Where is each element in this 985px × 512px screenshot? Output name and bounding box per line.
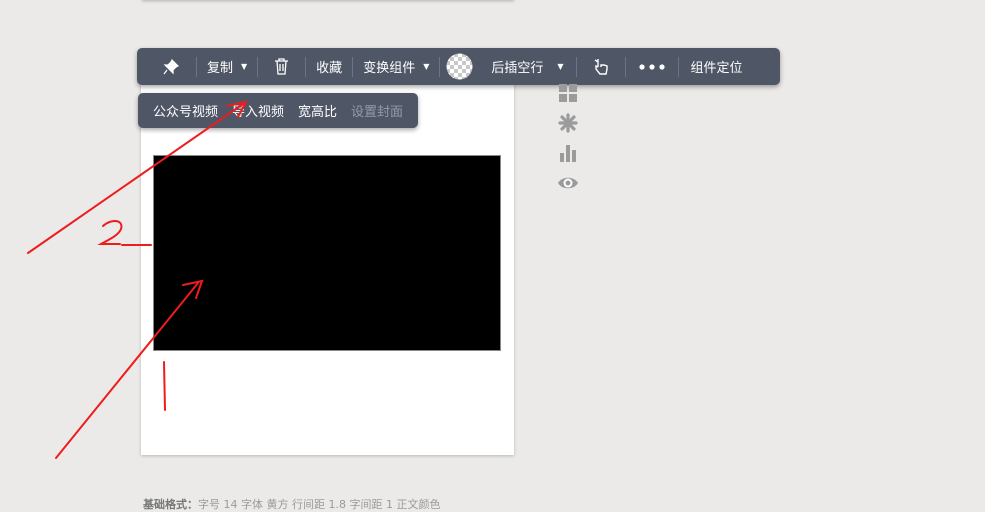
official-account-video-button[interactable]: 公众号视频 bbox=[146, 101, 225, 120]
import-video-button[interactable]: 导入视频 bbox=[225, 101, 291, 120]
aspect-ratio-button[interactable]: 宽高比 bbox=[291, 101, 344, 120]
locate-label: 组件定位 bbox=[690, 61, 743, 76]
copy-label: 复制 bbox=[207, 61, 234, 76]
copy-button[interactable]: 复制 ▼ bbox=[197, 48, 257, 85]
pin-icon bbox=[163, 58, 179, 74]
video-sub-toolbar: 公众号视频 导入视频 宽高比 设置封面 bbox=[138, 93, 418, 128]
favorite-button[interactable]: 收藏 bbox=[306, 48, 352, 85]
asterisk-icon[interactable] bbox=[557, 112, 579, 134]
insert-row-label: 后插空行 bbox=[491, 61, 544, 76]
component-toolbar: 复制 ▼ 收藏 变换组件 ▼ 后插空行 ▼ 组件定位 bbox=[137, 48, 780, 85]
chevron-down-icon[interactable]: ▼ bbox=[557, 62, 563, 71]
set-cover-button: 设置封面 bbox=[351, 105, 404, 120]
delete-button[interactable] bbox=[258, 48, 305, 85]
pointer-hand-icon bbox=[594, 58, 608, 75]
grid-icon[interactable] bbox=[557, 82, 579, 104]
insert-blank-row-button[interactable]: 后插空行 ▼ bbox=[479, 48, 575, 85]
chevron-down-icon[interactable]: ▼ bbox=[423, 62, 429, 71]
side-icon-bar bbox=[557, 82, 579, 202]
bar-chart-icon[interactable] bbox=[557, 142, 579, 164]
transform-component-button[interactable]: 变换组件 ▼ bbox=[353, 48, 439, 85]
more-dots-icon bbox=[638, 63, 665, 70]
video-placeholder[interactable] bbox=[153, 155, 501, 351]
favorite-label: 收藏 bbox=[316, 61, 343, 76]
base-format-info: 基础格式：字号 14 字体 黄方 行间距 1.8 字间距 1 正文颜色 bbox=[143, 496, 440, 512]
eye-icon[interactable] bbox=[557, 172, 579, 194]
format-brush-button[interactable] bbox=[577, 48, 625, 85]
trash-icon bbox=[275, 58, 289, 75]
locate-component-button[interactable]: 组件定位 bbox=[679, 48, 755, 85]
transparent-swatch-icon bbox=[446, 53, 473, 80]
background-swatch-button[interactable] bbox=[440, 48, 479, 85]
chevron-down-icon[interactable]: ▼ bbox=[241, 62, 247, 71]
more-button[interactable] bbox=[626, 48, 678, 85]
transform-label: 变换组件 bbox=[363, 61, 416, 76]
pin-button[interactable] bbox=[137, 48, 196, 85]
